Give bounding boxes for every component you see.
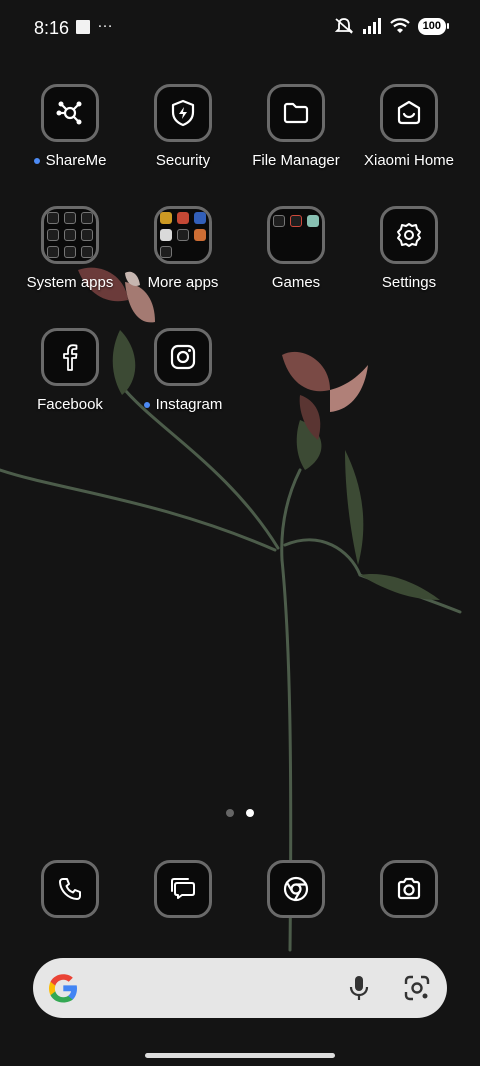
app-label: Facebook: [37, 396, 103, 413]
dock-messages[interactable]: [123, 860, 243, 918]
google-g-icon: [49, 974, 77, 1003]
app-instagram[interactable]: Instagram: [123, 328, 243, 413]
app-label: Settings: [381, 274, 437, 291]
dock-camera[interactable]: [349, 860, 469, 918]
folder-system-apps[interactable]: System apps: [10, 206, 130, 291]
instagram-icon: [170, 344, 196, 370]
shield-icon: [171, 99, 195, 127]
gear-icon: [397, 223, 421, 247]
app-label: ShareMe: [45, 152, 107, 169]
clock: 8:16: [34, 18, 70, 38]
dock-chrome[interactable]: [236, 860, 356, 918]
app-xiaomi-home[interactable]: Xiaomi Home: [349, 84, 469, 169]
more-notifications-indicator: …: [97, 14, 114, 31]
gesture-navigation-handle[interactable]: [145, 1053, 335, 1058]
ring-muted-icon: [334, 18, 353, 34]
new-badge-dot: [33, 157, 40, 164]
phone-icon: [59, 878, 81, 900]
wifi-icon: [389, 18, 410, 33]
home-icon: [397, 100, 421, 125]
new-badge-dot: [143, 401, 150, 408]
battery-icon: 100: [417, 17, 450, 35]
app-label: More apps: [147, 274, 219, 291]
google-lens-icon[interactable]: [403, 974, 431, 1002]
app-label: System apps: [26, 274, 114, 291]
folder-more-apps[interactable]: More apps: [123, 206, 243, 291]
app-file-manager[interactable]: File Manager: [236, 84, 356, 169]
app-facebook[interactable]: Facebook: [10, 328, 130, 413]
folder-icon: [283, 102, 309, 124]
folder-grid-icon: [47, 212, 93, 258]
notification-square-icon: [76, 20, 90, 34]
google-search-bar[interactable]: [33, 958, 447, 1018]
status-bar: 8:16 … 100: [0, 0, 480, 56]
app-label: Security: [155, 152, 211, 169]
app-label: Instagram: [155, 396, 223, 413]
facebook-icon: [63, 344, 78, 371]
app-label: Games: [271, 274, 321, 291]
app-shareme[interactable]: ShareMe: [10, 84, 130, 169]
page-dot-active[interactable]: [246, 809, 254, 817]
page-dot[interactable]: [226, 809, 234, 817]
shareme-icon: [56, 101, 82, 125]
folder-grid-icon: [273, 215, 319, 227]
app-security[interactable]: Security: [123, 84, 243, 169]
dock-phone[interactable]: [10, 860, 130, 918]
page-indicator: [0, 809, 480, 817]
app-label: File Manager: [252, 152, 340, 169]
signal-icon: [362, 18, 381, 34]
folder-games[interactable]: Games: [236, 206, 356, 291]
app-settings[interactable]: Settings: [349, 206, 469, 291]
microphone-icon[interactable]: [347, 974, 371, 1002]
chrome-icon: [283, 876, 309, 902]
app-label: Xiaomi Home: [363, 152, 455, 169]
camera-icon: [397, 877, 421, 900]
messages-icon: [171, 878, 195, 899]
folder-grid-icon: [160, 212, 206, 258]
